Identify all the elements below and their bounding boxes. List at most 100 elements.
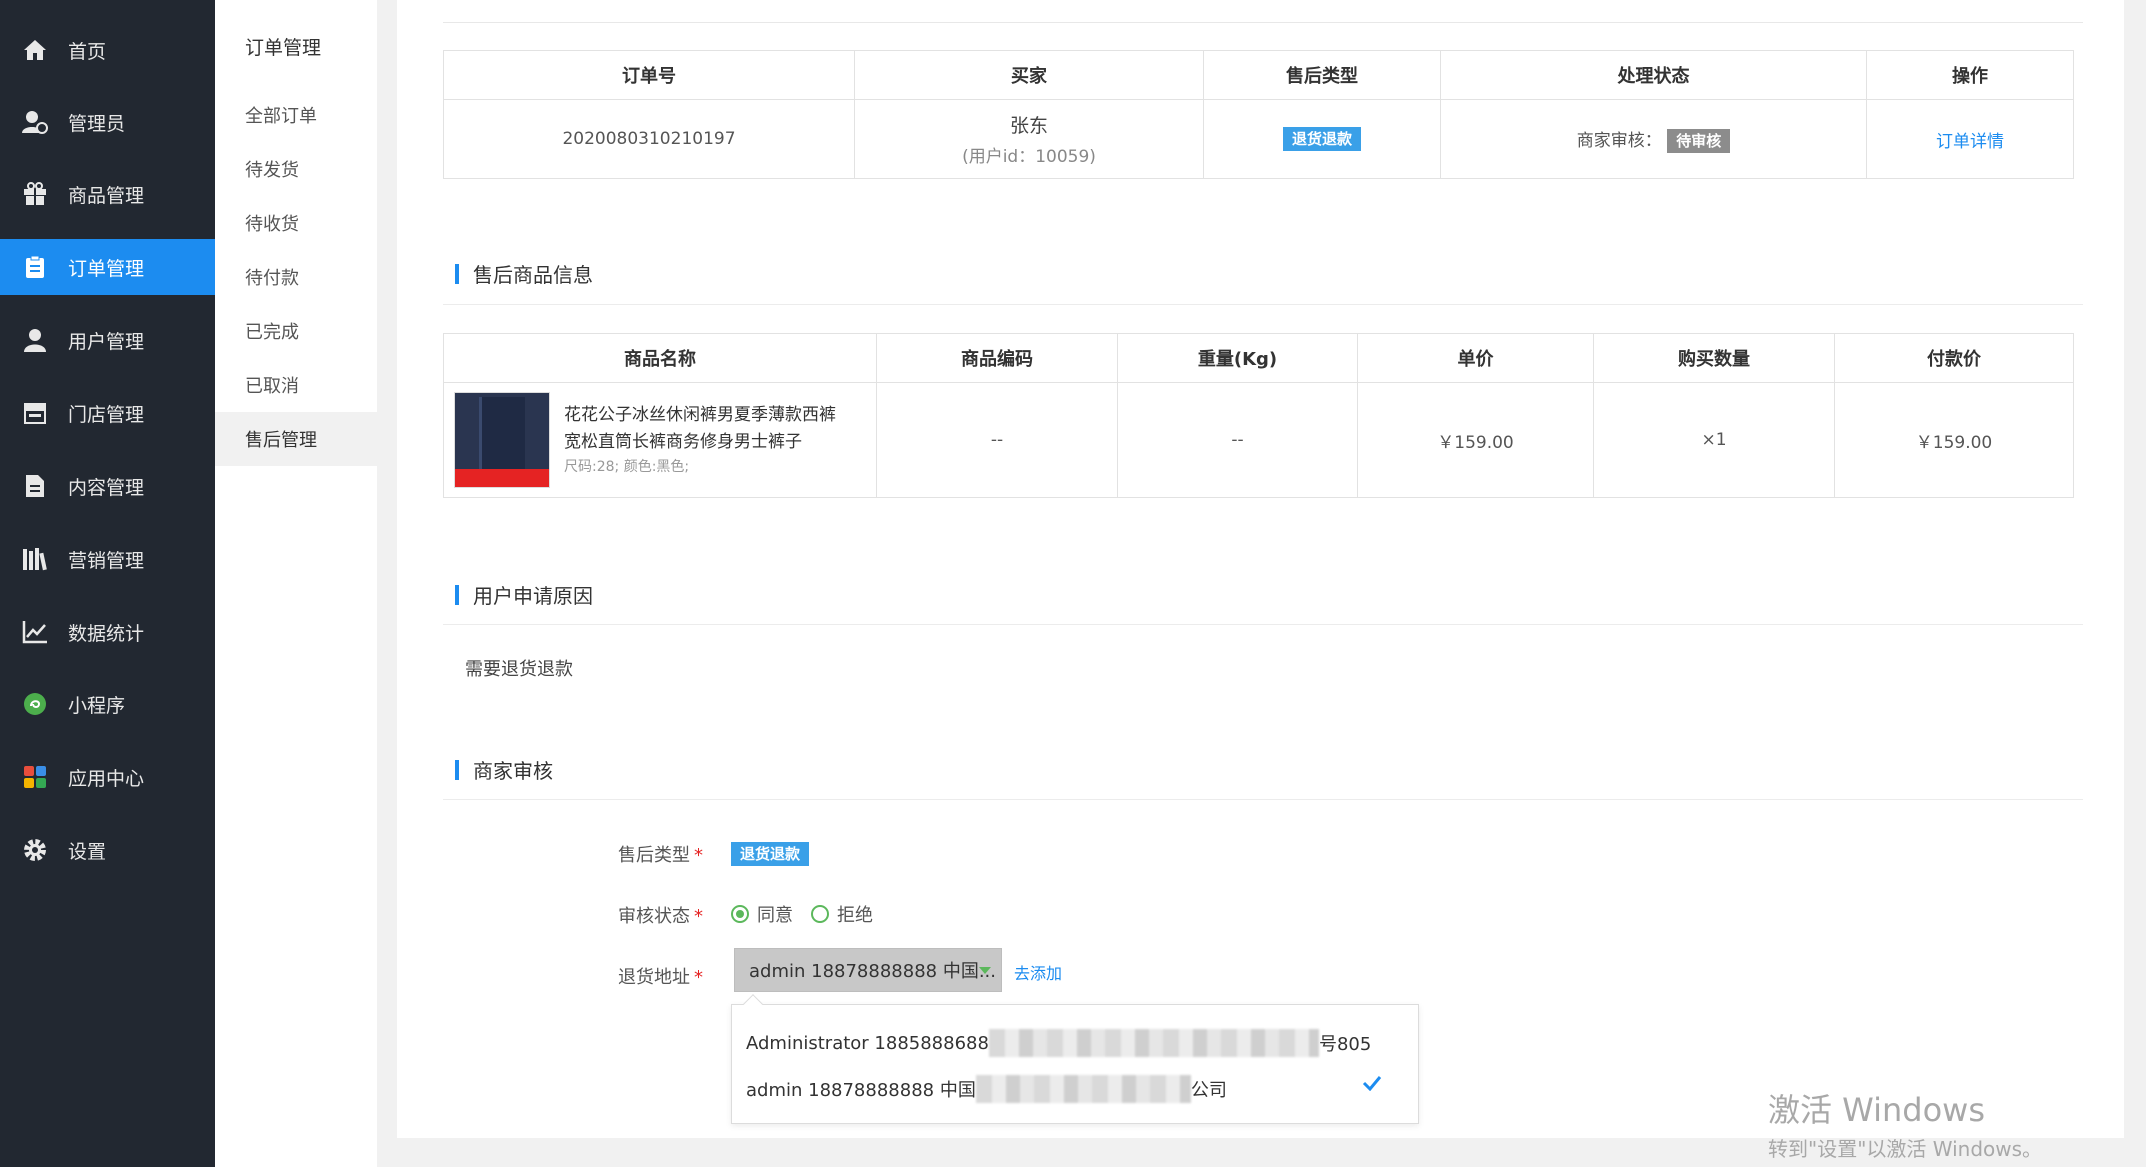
divider xyxy=(443,22,2083,23)
add-address-link[interactable]: 去添加 xyxy=(1014,960,1062,984)
sidebar-item-label: 设置 xyxy=(68,840,107,863)
paid-price: ￥159.00 xyxy=(1834,382,2074,498)
sidebar-item-label: 门店管理 xyxy=(68,403,145,426)
address-option-selected[interactable]: admin 18878888888 中国 公司 xyxy=(746,1074,1227,1104)
sidebar-item-admin[interactable]: 管理员 xyxy=(0,94,215,150)
main-sidebar: 首页 管理员 商品管理 订单管理 用户管理 门店管理 内容管理 营销管理 数据统… xyxy=(0,0,215,1167)
watermark-line1: 激活 Windows xyxy=(1768,1091,1986,1129)
buyer-cell: 张东 (用户id：10059) xyxy=(854,99,1204,179)
order-table: 订单号 买家 售后类型 处理状态 操作 2020080310210197 张东 … xyxy=(443,50,2074,179)
subnav-item-to-ship[interactable]: 待发货 xyxy=(215,142,377,196)
divider xyxy=(443,304,2083,305)
radio-approve[interactable]: 同意 xyxy=(731,901,793,927)
subnav-title: 订单管理 xyxy=(245,37,322,59)
user-icon xyxy=(20,328,50,352)
sidebar-item-label: 管理员 xyxy=(68,112,126,135)
radio-label: 同意 xyxy=(757,905,793,926)
option-text: Administrator 1885888688 xyxy=(746,1032,989,1054)
section-title: 用户申请原因 xyxy=(473,584,593,608)
table-header: 买家 xyxy=(854,50,1204,100)
gear-icon xyxy=(20,838,50,862)
radio-label: 拒绝 xyxy=(837,905,873,926)
label-text: 退货地址 xyxy=(618,967,690,988)
redacted-text xyxy=(975,1075,1191,1103)
aftersale-type-value: 退货退款 xyxy=(731,842,810,866)
subnav-item-to-receive[interactable]: 待收货 xyxy=(215,196,377,250)
sidebar-item-stats[interactable]: 数据统计 xyxy=(0,604,215,660)
section-title: 售后商品信息 xyxy=(473,263,593,287)
books-icon xyxy=(20,547,50,571)
radio-reject[interactable]: 拒绝 xyxy=(811,901,873,927)
aftersale-type-label: 售后类型 * xyxy=(583,841,703,867)
reason-section-heading: 用户申请原因 xyxy=(455,580,593,609)
home-icon xyxy=(20,39,50,61)
sidebar-item-marketing[interactable]: 营销管理 xyxy=(0,531,215,587)
return-address-select[interactable]: admin 18878888888 中国... xyxy=(734,948,1002,992)
reason-text: 需要退货退款 xyxy=(465,659,573,680)
sidebar-item-label: 内容管理 xyxy=(68,476,145,499)
option-text: 公司 xyxy=(1190,1080,1227,1101)
product-thumbnail xyxy=(454,392,550,488)
radio-checked-icon xyxy=(731,905,749,923)
sidebar-item-label: 用户管理 xyxy=(68,330,145,353)
line-chart-icon xyxy=(20,620,50,644)
sidebar-item-label: 数据统计 xyxy=(68,622,145,645)
chevron-down-icon xyxy=(979,967,991,974)
sidebar-item-users[interactable]: 用户管理 xyxy=(0,312,215,368)
sidebar-item-label: 营销管理 xyxy=(68,549,145,572)
sub-navigation: 订单管理 全部订单 待发货 待收货 待付款 已完成 已取消 售后管理 xyxy=(215,0,377,1167)
redacted-text xyxy=(988,1029,1319,1057)
sidebar-item-label: 订单管理 xyxy=(68,257,145,280)
product-code: -- xyxy=(876,382,1118,498)
goods-section-heading: 售后商品信息 xyxy=(455,259,593,288)
table-header: 重量(Kg) xyxy=(1117,333,1358,383)
section-title: 商家审核 xyxy=(473,759,553,783)
buyer-name: 张东 xyxy=(1009,115,1048,137)
label-text: 售后类型 xyxy=(618,845,690,866)
table-row: 2020080310210197 张东 (用户id：10059) 退货退款 商家… xyxy=(443,99,2074,179)
aftersale-type-badge: 退货退款 xyxy=(731,842,810,866)
section-marker xyxy=(455,263,459,284)
subnav-item-completed[interactable]: 已完成 xyxy=(215,304,377,358)
sidebar-item-goods[interactable]: 商品管理 xyxy=(0,166,215,222)
miniprogram-icon xyxy=(20,692,50,716)
table-header: 售后类型 xyxy=(1203,50,1441,100)
address-option[interactable]: Administrator 1885888688 号805 xyxy=(746,1028,1371,1058)
subnav-item-aftersale[interactable]: 售后管理 xyxy=(215,412,377,466)
sidebar-item-appcenter[interactable]: 应用中心 xyxy=(0,749,215,805)
product-name-line1: 花花公子冰丝休闲裤男夏季薄款西裤 xyxy=(564,405,836,425)
section-marker xyxy=(455,584,459,605)
sidebar-item-settings[interactable]: 设置 xyxy=(0,822,215,878)
unit-price: ￥159.00 xyxy=(1357,382,1594,498)
admin-user-icon xyxy=(20,110,50,134)
sidebar-item-content[interactable]: 内容管理 xyxy=(0,458,215,514)
subnav-item-to-pay[interactable]: 待付款 xyxy=(215,250,377,304)
status-prefix: 商家审核： xyxy=(1576,130,1662,151)
required-star: * xyxy=(694,845,703,866)
sidebar-item-orders[interactable]: 订单管理 xyxy=(0,239,215,295)
select-value: admin 18878888888 中国... xyxy=(749,961,996,982)
table-header: 购买数量 xyxy=(1593,333,1835,383)
product-weight: -- xyxy=(1117,382,1358,498)
windows-activation-watermark: 激活 Windows 转到"设置"以激活 Windows。 xyxy=(1768,1085,2042,1162)
main-content: 订单号 买家 售后类型 处理状态 操作 2020080310210197 张东 … xyxy=(397,0,2124,1138)
status-badge: 待审核 xyxy=(1667,128,1731,153)
goods-table: 商品名称 商品编码 重量(Kg) 单价 购买数量 付款价 花花公子冰丝休闲裤男夏… xyxy=(443,333,2074,498)
sidebar-item-stores[interactable]: 门店管理 xyxy=(0,385,215,441)
review-status-group: 同意 拒绝 xyxy=(731,901,891,927)
sidebar-item-miniprogram[interactable]: 小程序 xyxy=(0,676,215,732)
aftersale-type-cell: 退货退款 xyxy=(1203,99,1441,179)
product-cell: 花花公子冰丝休闲裤男夏季薄款西裤 宽松直筒长裤商务修身男士裤子 尺码:28; 颜… xyxy=(443,382,877,498)
action-cell: 订单详情 xyxy=(1866,99,2074,179)
table-header: 处理状态 xyxy=(1440,50,1867,100)
order-detail-link[interactable]: 订单详情 xyxy=(1936,132,2004,152)
buyer-id: (用户id：10059) xyxy=(962,147,1096,167)
product-spec: 尺码:28; 颜色:黑色; xyxy=(564,459,690,475)
clipboard-icon xyxy=(20,255,50,279)
return-address-label: 退货地址 * xyxy=(583,963,703,989)
subnav-item-all-orders[interactable]: 全部订单 xyxy=(215,88,377,142)
sidebar-item-label: 商品管理 xyxy=(68,184,145,207)
sidebar-item-home[interactable]: 首页 xyxy=(0,22,215,78)
subnav-item-cancelled[interactable]: 已取消 xyxy=(215,358,377,412)
required-star: * xyxy=(694,967,703,988)
